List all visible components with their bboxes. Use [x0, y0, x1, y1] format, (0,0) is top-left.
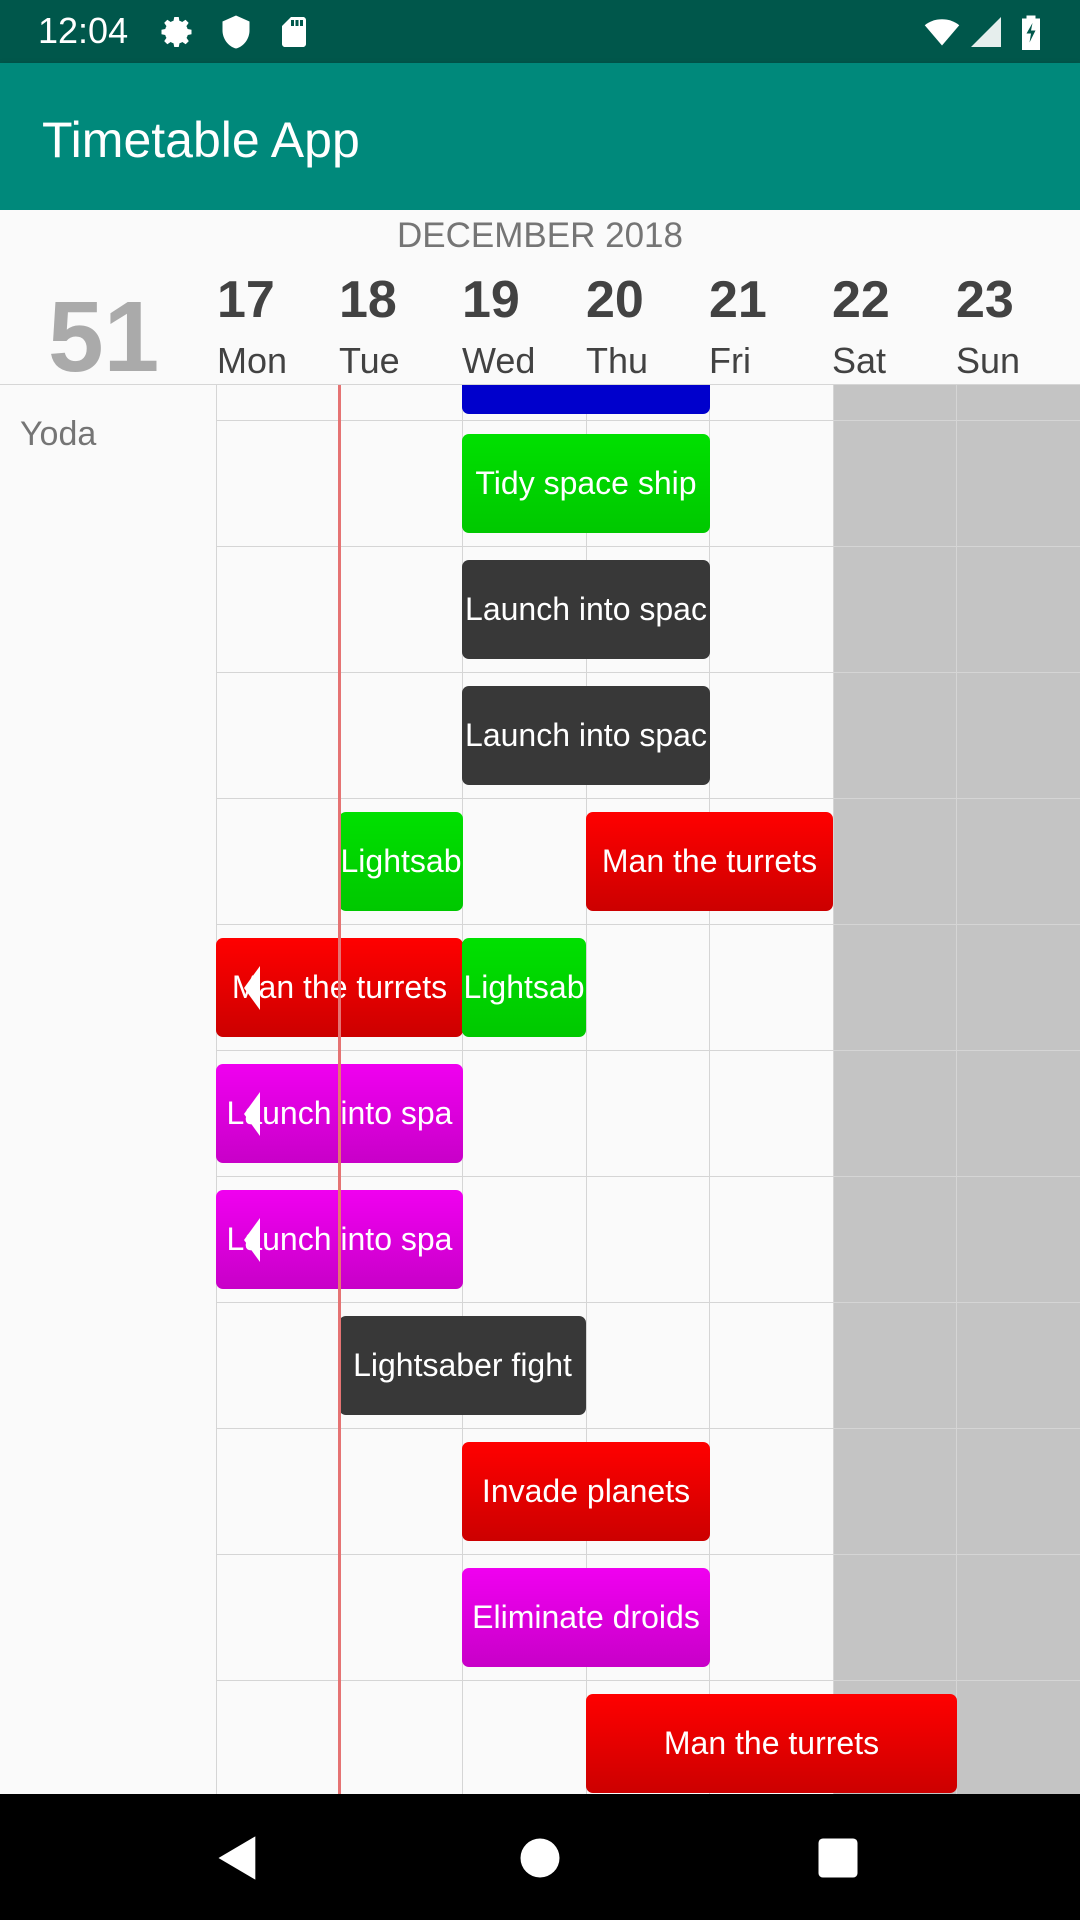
event-block[interactable]: Invade planets: [462, 1442, 710, 1541]
month-label: DECEMBER 2018: [397, 216, 683, 255]
event-block[interactable]: Launch into spac: [462, 686, 710, 785]
signal-icon: [971, 17, 1001, 47]
event-block[interactable]: Lightsab: [462, 938, 586, 1037]
day-number: 22: [832, 271, 890, 329]
event-block[interactable]: Man the turrets: [586, 1694, 957, 1793]
status-time: 12:04: [38, 10, 129, 51]
grid-line: [216, 1050, 1080, 1051]
current-time-line: [338, 385, 341, 1794]
week-header: DECEMBER 2018 51 17 Mon 18 Tue 19 Wed 20…: [0, 210, 1080, 393]
battery-icon: [1022, 15, 1040, 50]
grid-line: [216, 1680, 1080, 1681]
event-block[interactable]: [462, 385, 710, 414]
app-bar: Timetable App: [0, 63, 1080, 210]
day-name: Wed: [462, 340, 536, 381]
navigation-bar: [0, 1794, 1080, 1920]
grid-line: [216, 924, 1080, 925]
day-number: 23: [956, 271, 1014, 329]
settings-icon: [161, 17, 192, 47]
sd-card-icon: [282, 17, 306, 47]
status-bar: 12:04: [0, 0, 1080, 63]
event-block[interactable]: Tidy space ship: [462, 434, 710, 533]
grid-line: [216, 1554, 1080, 1555]
day-name: Sun: [956, 340, 1021, 381]
day-name: Sat: [832, 340, 887, 381]
day-name: Mon: [217, 340, 288, 381]
timetable-grid[interactable]: Yoda Tidy space ship Launch into spac La…: [0, 385, 1080, 1794]
grid-line: [216, 1428, 1080, 1429]
grid-line: [216, 1302, 1080, 1303]
home-icon[interactable]: [514, 1832, 566, 1884]
event-block[interactable]: Lightsab: [339, 812, 463, 911]
event-block[interactable]: Lightsaber fight: [339, 1316, 586, 1415]
day-number: 20: [586, 271, 644, 329]
wifi-icon: [924, 19, 960, 46]
grid-line: [216, 420, 1080, 421]
recents-icon[interactable]: [812, 1832, 864, 1884]
back-icon[interactable]: [212, 1832, 264, 1884]
grid-line: [833, 385, 834, 1794]
day-name: Tue: [339, 340, 400, 381]
event-block[interactable]: Eliminate droids: [462, 1568, 710, 1667]
day-name: Thu: [586, 340, 649, 381]
grid-line: [216, 672, 1080, 673]
grid-line: [956, 385, 957, 1794]
app-title: Timetable App: [42, 112, 360, 168]
grid-line: [216, 546, 1080, 547]
shield-icon: [222, 15, 250, 49]
event-block[interactable]: Launch into spac: [462, 560, 710, 659]
day-number: 21: [709, 271, 767, 329]
day-number: 18: [339, 271, 397, 329]
grid-line: [216, 1176, 1080, 1177]
week-number: 51: [48, 281, 160, 393]
row-label: Yoda: [20, 415, 97, 453]
day-number: 19: [462, 271, 520, 329]
day-number: 17: [217, 271, 275, 329]
grid-line: [216, 798, 1080, 799]
event-block[interactable]: Man the turrets: [586, 812, 833, 911]
day-name: Fri: [709, 340, 751, 381]
